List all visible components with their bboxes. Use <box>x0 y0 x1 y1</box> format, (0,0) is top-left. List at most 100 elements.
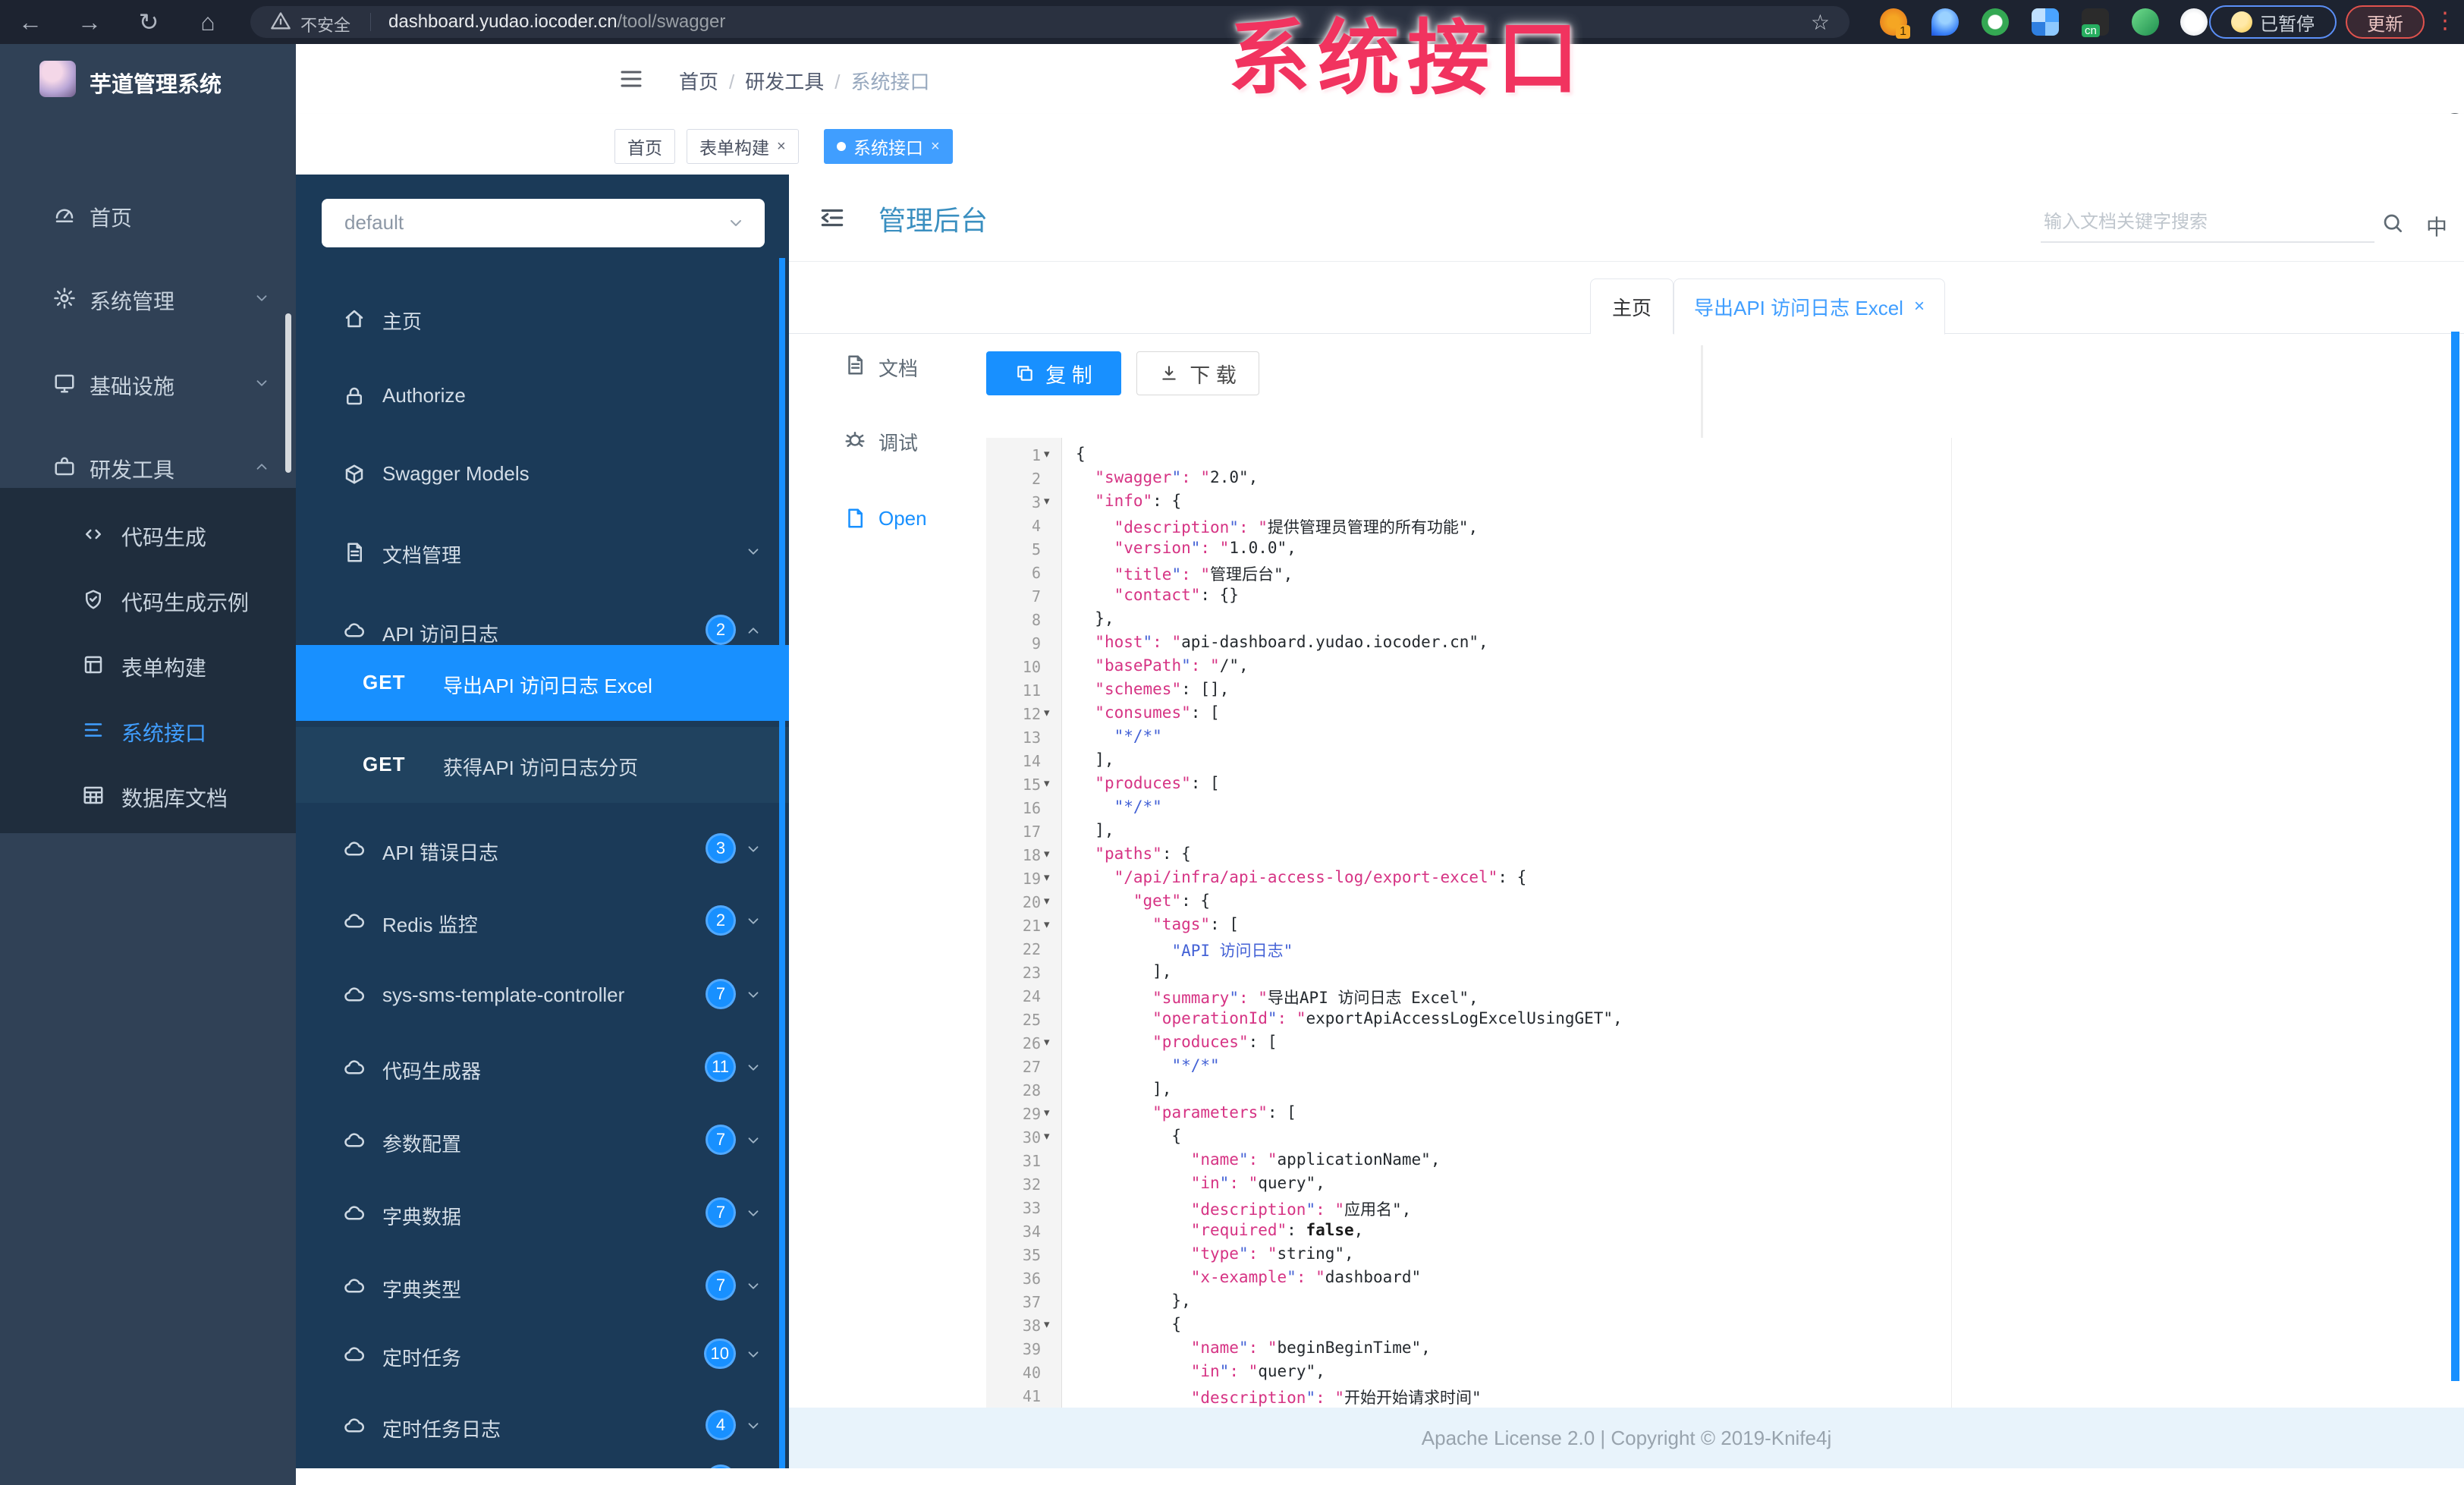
tags-bar: 首页 表单构建 × 系统接口 × <box>296 114 2464 175</box>
doc-nav-Open[interactable]: Open <box>789 504 941 534</box>
api-nav-item[interactable]: 参数配置 7 <box>296 1118 789 1164</box>
logo-row[interactable]: 芋道管理系统 <box>0 59 296 112</box>
sidebar-item-0[interactable]: 首页 <box>0 193 296 237</box>
sidebar-subitem-4[interactable]: 数据库文档 <box>0 773 296 817</box>
line-number: 40 <box>1022 1364 1041 1382</box>
code-line: 34 "required": false, <box>986 1220 1951 1244</box>
browser-menu-icon[interactable]: ⋮ <box>2434 8 2456 34</box>
hamburger-icon[interactable] <box>618 65 645 93</box>
api-nav-item[interactable]: 字典类型 7 <box>296 1264 789 1310</box>
sidebar-item-2[interactable]: 基础设施 <box>0 361 296 405</box>
extension-icon[interactable] <box>2032 8 2059 36</box>
line-number: 28 <box>1022 1081 1041 1100</box>
footer: Apache License 2.0 | Copyright © 2019-Kn… <box>789 1408 2464 1468</box>
api-nav-item[interactable]: 代码生成器 11 <box>296 1046 789 1091</box>
tag-close-icon[interactable]: × <box>931 138 940 156</box>
copy-button[interactable]: 复 制 <box>986 351 1121 395</box>
fold-caret-icon[interactable]: ▾ <box>1044 847 1050 860</box>
doc-nav-调试[interactable]: 调试 <box>789 425 941 455</box>
line-number: 14 <box>1022 752 1041 770</box>
fold-caret-icon[interactable]: ▾ <box>1044 1129 1050 1143</box>
tag-2[interactable]: 系统接口 × <box>824 129 953 164</box>
api-nav-item[interactable]: 岗位 <box>296 1458 789 1468</box>
fold-caret-icon[interactable]: ▾ <box>1044 447 1050 461</box>
fold-caret-icon[interactable]: ▾ <box>1044 894 1050 908</box>
breadcrumb-tools[interactable]: 研发工具 <box>745 71 824 93</box>
api-nav-item[interactable]: sys-sms-template-controller 7 <box>296 973 789 1018</box>
browser-home-icon[interactable]: ⌂ <box>185 0 231 44</box>
bookmark-star-icon[interactable]: ☆ <box>1811 10 1830 35</box>
tab-close-icon[interactable]: × <box>1914 296 1925 317</box>
extension-icon[interactable] <box>2180 8 2208 36</box>
browser-forward-icon[interactable]: → <box>67 0 112 44</box>
extension-icon[interactable]: cn <box>2082 8 2109 37</box>
code-line: 2 "swagger": "2.0", <box>986 467 1951 491</box>
tag-0[interactable]: 首页 <box>614 129 675 164</box>
chevron-down-icon <box>745 1278 762 1295</box>
main-scrollbar[interactable] <box>2451 332 2459 1381</box>
browser-reload-icon[interactable]: ↻ <box>126 0 171 44</box>
doc-tab-0[interactable]: 主页 <box>1590 278 1674 334</box>
api-operation[interactable]: GET 导出API 访问日志 Excel <box>296 645 789 721</box>
update-button[interactable]: 更新 <box>2346 5 2425 39</box>
group-select[interactable]: default <box>322 199 765 247</box>
api-nav-item[interactable]: 定时任务日志 4 <box>296 1404 789 1449</box>
code-editor[interactable]: 1 ▾ { 2 "swagger": "2.0", 3 ▾ "info": { … <box>986 438 1952 1408</box>
collapse-menu-icon[interactable] <box>818 203 847 232</box>
doc-search-input[interactable] <box>2042 211 2364 234</box>
extension-icon[interactable] <box>1931 8 1959 36</box>
doc-nav-文档[interactable]: 文档 <box>789 351 941 381</box>
doc-search-icon[interactable] <box>2381 211 2405 235</box>
api-nav-item[interactable]: API 错误日志 3 <box>296 827 789 873</box>
extension-icon[interactable] <box>1982 8 2009 36</box>
tag-1[interactable]: 表单构建 × <box>687 129 799 164</box>
fold-caret-icon[interactable]: ▾ <box>1044 494 1050 508</box>
extension-icon[interactable] <box>2132 8 2159 36</box>
sidebar-item-1[interactable]: 系统管理 <box>0 276 296 320</box>
browser-back-icon[interactable]: ← <box>8 0 53 44</box>
extension-icon[interactable]: 1 <box>1880 8 1910 39</box>
sidebar-scrollbar[interactable] <box>285 313 291 473</box>
fold-caret-icon[interactable]: ▾ <box>1044 917 1050 931</box>
api-nav-item[interactable]: 字典数据 7 <box>296 1191 789 1237</box>
count-badge: 7 <box>706 1125 736 1155</box>
line-number: 13 <box>1022 728 1041 747</box>
url-text[interactable]: dashboard.yudao.iocoder.cn/tool/swagger <box>388 11 725 33</box>
api-nav-item[interactable]: Authorize <box>296 373 789 419</box>
chevron-down-icon <box>745 543 762 560</box>
form-icon <box>82 653 105 676</box>
paused-extension-pill[interactable]: 已暂停 <box>2209 5 2337 39</box>
code-icon <box>82 523 105 546</box>
language-toggle[interactable]: 中 <box>2426 211 2447 241</box>
sidebar-subitem-1[interactable]: 代码生成示例 <box>0 577 296 621</box>
code-line: 28 ], <box>986 1079 1951 1103</box>
swagger-sidebar-scrollbar[interactable] <box>779 258 785 1468</box>
code-line: 41 "description": "开始开始请求时间" <box>986 1385 1951 1408</box>
fold-caret-icon[interactable]: ▾ <box>1044 1035 1050 1049</box>
api-nav-item[interactable]: Redis 监控 2 <box>296 899 789 945</box>
fold-caret-icon[interactable]: ▾ <box>1044 776 1050 790</box>
code-line: 11 "schemes": [], <box>986 679 1951 703</box>
sidebar-subitem-3[interactable]: 系统接口 <box>0 708 296 752</box>
code-line: 39 "name": "beginBeginTime", <box>986 1338 1951 1361</box>
sidebar-subitem-0[interactable]: 代码生成 <box>0 512 296 556</box>
api-nav-item[interactable]: Swagger Models <box>296 451 789 497</box>
fold-caret-icon[interactable]: ▾ <box>1044 1317 1050 1331</box>
tools-icon <box>53 455 76 478</box>
api-nav-item[interactable]: 定时任务 10 <box>296 1332 789 1378</box>
api-nav-item[interactable]: 主页 <box>296 296 789 341</box>
fold-caret-icon[interactable]: ▾ <box>1044 706 1050 719</box>
line-number: 34 <box>1022 1222 1041 1241</box>
sidebar-subitem-2[interactable]: 表单构建 <box>0 643 296 687</box>
sidebar-item-3[interactable]: 研发工具 <box>0 445 296 489</box>
fold-caret-icon[interactable]: ▾ <box>1044 1106 1050 1119</box>
doc-tab-1[interactable]: 导出API 访问日志 Excel × <box>1674 278 1945 335</box>
fold-caret-icon[interactable]: ▾ <box>1044 870 1050 884</box>
tag-close-icon[interactable]: × <box>777 138 786 156</box>
api-operation[interactable]: GET 获得API 访问日志分页 <box>296 727 789 803</box>
count-badge: 3 <box>706 833 736 864</box>
api-nav-item[interactable]: 文档管理 <box>296 530 789 575</box>
breadcrumb-home[interactable]: 首页 <box>679 71 718 93</box>
download-button[interactable]: 下 载 <box>1136 351 1259 395</box>
line-number: 23 <box>1022 964 1041 982</box>
